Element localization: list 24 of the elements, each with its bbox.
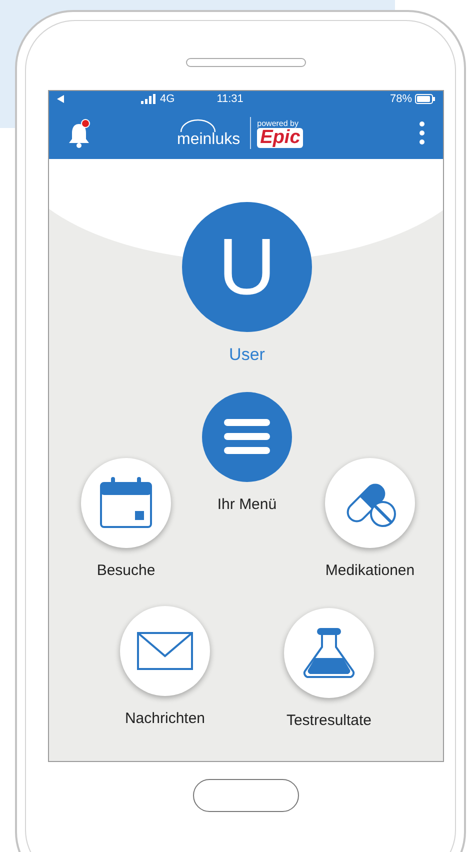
signal-icon — [141, 94, 156, 104]
menu-tile[interactable]: Besuche — [49, 458, 216, 582]
tile-label: Testresultate — [286, 711, 372, 731]
envelope-icon — [136, 631, 194, 671]
user-name[interactable]: User — [229, 342, 265, 368]
time-label: 11:31 — [216, 92, 244, 107]
flask-icon — [302, 627, 356, 679]
tile-label: Ihr Menü — [217, 495, 277, 515]
tile-label: Nachrichten — [124, 709, 206, 729]
battery-icon — [415, 94, 435, 104]
powered-by-label: powered by — [257, 118, 298, 128]
tile-label: Medikationen — [325, 561, 415, 581]
logo-text: meinluks — [177, 132, 240, 148]
tile-label: Besuche — [96, 561, 156, 581]
calendar-icon — [98, 475, 154, 531]
network-label: 4G — [160, 92, 175, 107]
back-icon — [57, 95, 64, 103]
more-icon — [419, 121, 425, 145]
home-button[interactable] — [193, 779, 299, 812]
logo-arc-icon — [178, 118, 218, 132]
bell-icon — [67, 122, 91, 148]
battery-label: 78% — [390, 92, 412, 107]
partner-logo: Epic — [257, 128, 304, 148]
menu-tile[interactable]: Medikationen — [280, 458, 443, 582]
